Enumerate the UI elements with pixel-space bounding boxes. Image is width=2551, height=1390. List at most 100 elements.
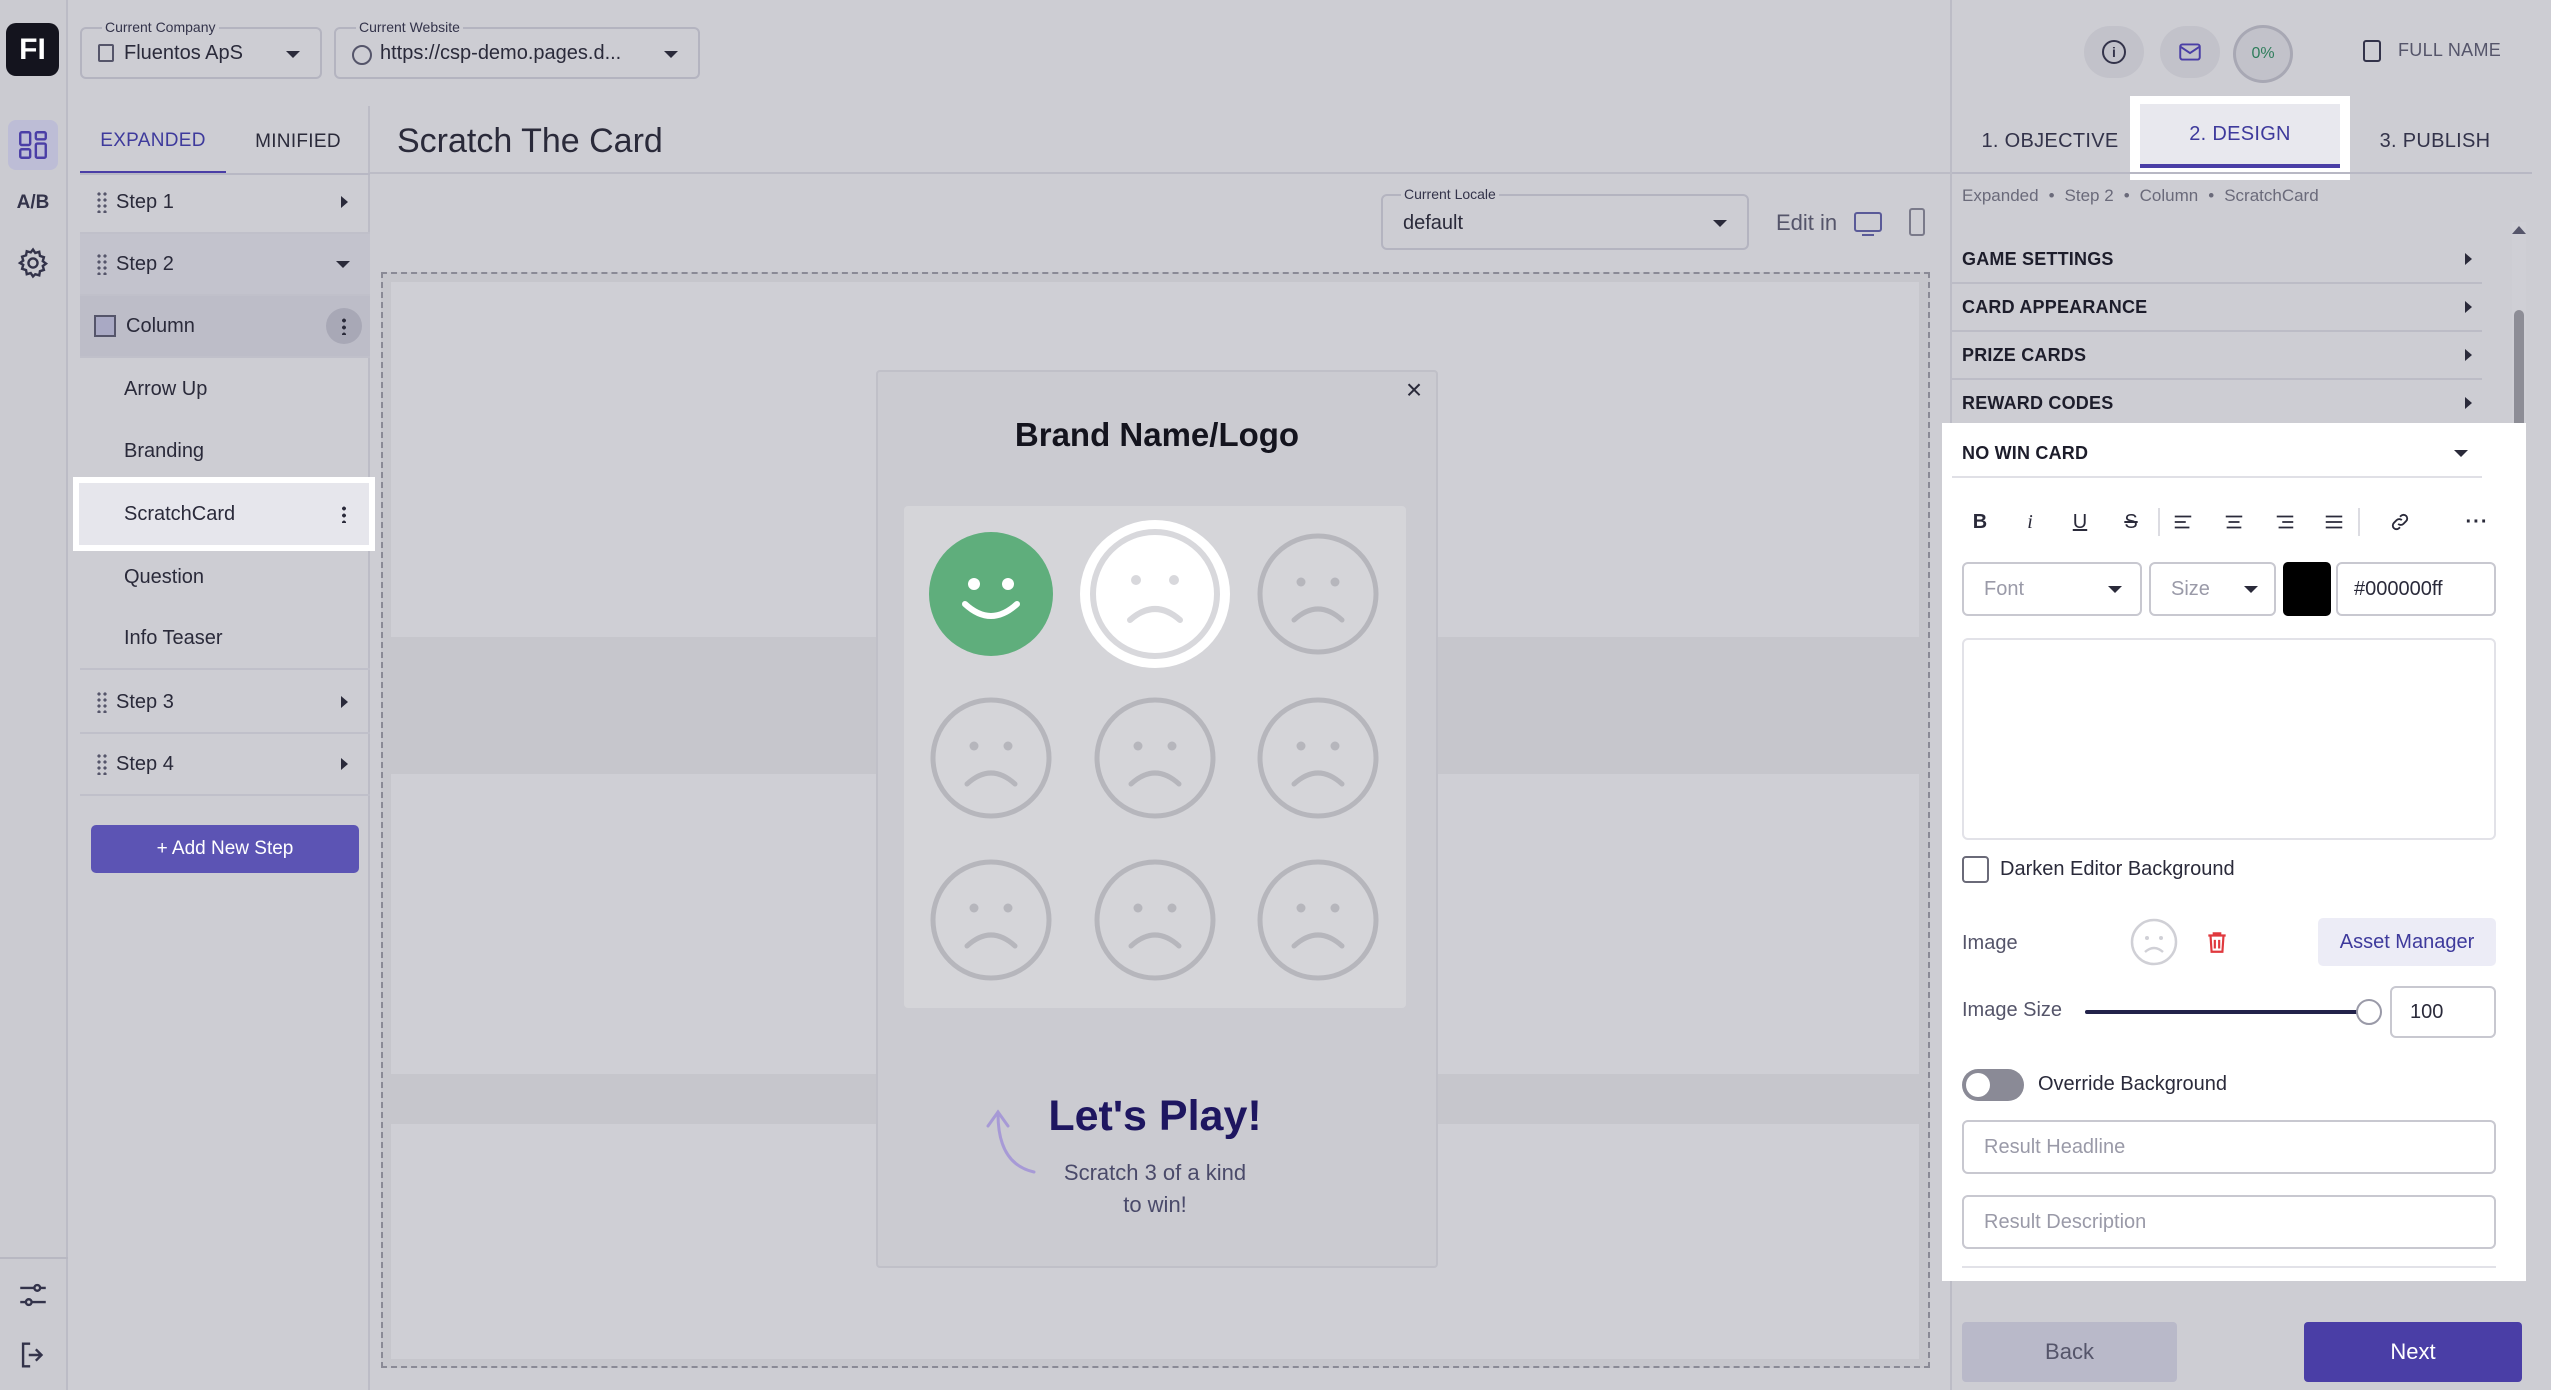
child-info-teaser[interactable]: Info Teaser xyxy=(80,608,370,670)
user-name[interactable]: FULL NAME xyxy=(2398,40,2501,61)
sad-face-icon[interactable] xyxy=(929,858,1053,982)
image-size-slider-thumb[interactable] xyxy=(2356,999,2382,1025)
image-size-slider-track[interactable] xyxy=(2085,999,2382,1025)
sad-face-selected-icon[interactable] xyxy=(1080,520,1230,668)
font-select[interactable]: Font xyxy=(1962,562,2142,616)
child-label: Arrow Up xyxy=(124,377,208,400)
editor-layout-icon[interactable] xyxy=(8,120,58,170)
bold-icon[interactable]: B xyxy=(1963,505,1997,539)
settings-gear-icon[interactable] xyxy=(8,238,58,288)
scroll-up-arrow-icon[interactable] xyxy=(2512,226,2526,234)
chevron-down-icon xyxy=(2454,449,2468,457)
asset-manager-button[interactable]: Asset Manager xyxy=(2318,918,2496,966)
align-justify-icon[interactable] xyxy=(2317,505,2351,539)
column-label: Column xyxy=(126,314,195,337)
italic-icon[interactable]: i xyxy=(2013,505,2047,539)
section-label: GAME SETTINGS xyxy=(1962,248,2114,269)
darken-checkbox[interactable] xyxy=(1962,856,1989,883)
company-select[interactable]: Current Company Fluentos ApS xyxy=(80,19,322,79)
override-background-toggle[interactable] xyxy=(1962,1069,2024,1101)
delete-icon[interactable] xyxy=(2204,928,2230,956)
breadcrumb: Expanded • Step 2 • Column • ScratchCard xyxy=(1962,186,2319,206)
sad-face-icon[interactable] xyxy=(1256,696,1380,820)
mobile-icon[interactable] xyxy=(1909,208,1925,236)
rich-text-editor[interactable] xyxy=(1962,638,2496,840)
locale-select[interactable]: Current Locale default xyxy=(1381,186,1749,250)
align-left-icon[interactable] xyxy=(2166,505,2200,539)
strikethrough-icon[interactable]: S xyxy=(2114,505,2148,539)
sad-face-icon[interactable] xyxy=(1256,858,1380,982)
website-select[interactable]: Current Website https://csp-demo.pages.d… xyxy=(334,19,700,79)
back-button[interactable]: Back xyxy=(1962,1322,2177,1382)
section-reward-codes[interactable]: REWARD CODES xyxy=(1952,380,2482,428)
breadcrumb-item[interactable]: Step 2 xyxy=(2065,186,2114,206)
step-3-row[interactable]: Step 3 xyxy=(80,672,370,734)
toolbar-divider xyxy=(2158,508,2160,536)
sad-face-icon[interactable] xyxy=(929,696,1053,820)
drag-handle-icon[interactable] xyxy=(96,253,108,275)
underline-icon[interactable]: U xyxy=(2063,505,2097,539)
logout-icon[interactable] xyxy=(8,1330,58,1380)
column-options-button[interactable] xyxy=(326,308,362,344)
website-value: https://csp-demo.pages.d... xyxy=(380,42,622,64)
sad-face-icon[interactable] xyxy=(1093,696,1217,820)
sliders-icon[interactable] xyxy=(8,1270,58,1320)
tab-design[interactable]: 2. DESIGN xyxy=(2130,96,2350,180)
drag-handle-icon[interactable] xyxy=(96,753,108,775)
drag-handle-icon[interactable] xyxy=(96,191,108,213)
kebab-icon xyxy=(342,317,346,335)
child-arrow-up[interactable]: Arrow Up xyxy=(80,358,370,420)
result-description-input[interactable]: Result Description xyxy=(1962,1195,2496,1249)
tab-expanded[interactable]: EXPANDED xyxy=(80,110,226,174)
step-4-row[interactable]: Step 4 xyxy=(80,734,370,796)
app-logo[interactable]: FI xyxy=(6,23,59,76)
section-no-win-card[interactable]: NO WIN CARD xyxy=(1952,430,2482,478)
breadcrumb-separator: • xyxy=(2208,186,2215,205)
darken-label: Darken Editor Background xyxy=(2000,858,2235,880)
desktop-icon[interactable] xyxy=(1854,212,1882,232)
mail-icon[interactable] xyxy=(2160,26,2220,78)
section-game-settings[interactable]: GAME SETTINGS xyxy=(1952,236,2482,284)
section-prize-cards[interactable]: PRIZE CARDS xyxy=(1952,332,2482,380)
sad-face-icon[interactable] xyxy=(1256,532,1380,656)
link-icon[interactable] xyxy=(2383,505,2417,539)
chevron-down-icon xyxy=(336,260,350,268)
image-size-slider-fill xyxy=(2085,1010,2369,1014)
align-center-icon[interactable] xyxy=(2217,505,2251,539)
child-scratchcard[interactable]: ScratchCard xyxy=(73,477,375,551)
add-new-step-button[interactable]: + Add New Step xyxy=(91,825,359,873)
column-row[interactable]: Column xyxy=(80,296,370,358)
child-branding[interactable]: Branding xyxy=(80,420,370,482)
color-hex-input[interactable]: #000000ff xyxy=(2336,562,2496,616)
child-question[interactable]: Question xyxy=(80,546,370,608)
chevron-down-icon xyxy=(2108,585,2122,593)
align-right-icon[interactable] xyxy=(2268,505,2302,539)
breadcrumb-item[interactable]: Column xyxy=(2140,186,2199,206)
result-headline-input[interactable]: Result Headline xyxy=(1962,1120,2496,1174)
next-button[interactable]: Next xyxy=(2304,1322,2522,1382)
color-swatch[interactable] xyxy=(2283,562,2331,616)
size-placeholder: Size xyxy=(2171,577,2210,600)
breadcrumb-item[interactable]: Expanded xyxy=(1962,186,2039,206)
size-select[interactable]: Size xyxy=(2149,562,2276,616)
info-icon[interactable]: i xyxy=(2084,26,2144,78)
step-tabs-divider xyxy=(1952,172,2532,174)
sad-face-icon[interactable] xyxy=(1093,858,1217,982)
step-1-row[interactable]: Step 1 xyxy=(80,172,370,234)
image-size-input[interactable]: 100 xyxy=(2390,986,2496,1038)
happy-face-icon[interactable] xyxy=(929,532,1053,656)
section-card-appearance[interactable]: CARD APPEARANCE xyxy=(1952,284,2482,332)
kebab-icon[interactable] xyxy=(342,505,346,523)
close-icon[interactable]: × xyxy=(1400,374,1428,405)
step-2-row[interactable]: Step 2 xyxy=(80,234,370,296)
more-options-icon[interactable]: ··· xyxy=(2460,505,2494,539)
title-divider xyxy=(370,172,1950,174)
tab-publish[interactable]: 3. PUBLISH xyxy=(2340,112,2530,170)
child-label: Info Teaser xyxy=(124,626,223,649)
image-size-label: Image Size xyxy=(1962,999,2063,1021)
tab-minified[interactable]: MINIFIED xyxy=(226,110,370,174)
image-thumbnail-icon xyxy=(2130,918,2178,966)
drag-handle-icon[interactable] xyxy=(96,691,108,713)
ab-test-link[interactable]: A/B xyxy=(8,188,58,218)
tab-objective[interactable]: 1. OBJECTIVE xyxy=(1952,112,2148,170)
